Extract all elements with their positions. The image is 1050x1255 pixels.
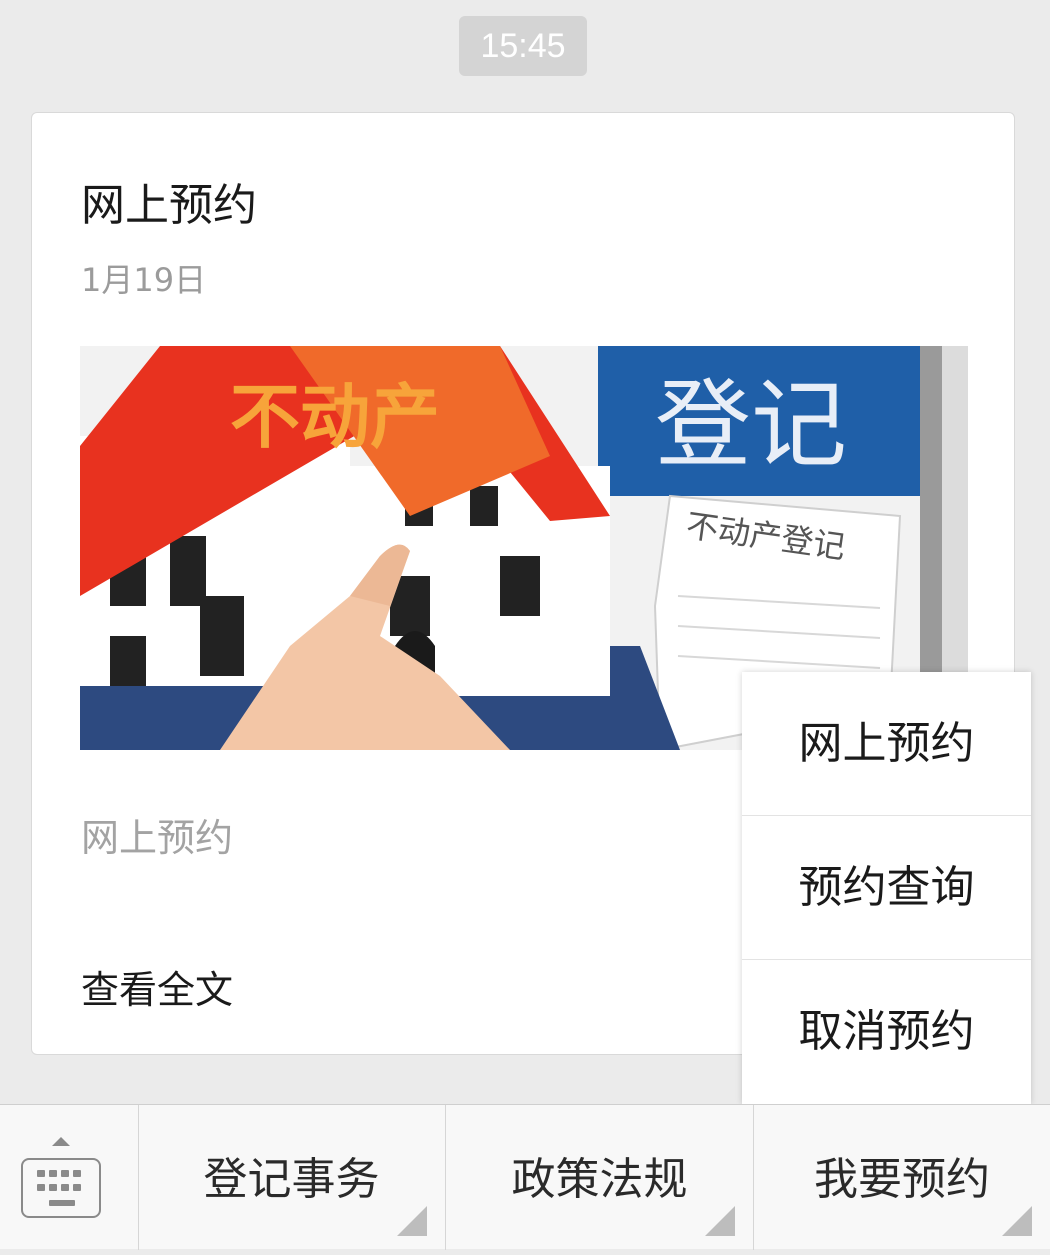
roof-text: 不动产 <box>230 376 440 458</box>
article-date: 1月19日 <box>81 261 207 299</box>
read-full-article-link[interactable]: 查看全文 <box>81 959 233 1014</box>
menu-button-policies-regulations[interactable]: 政策法规 <box>446 1105 754 1250</box>
timestamp-badge: 15:45 <box>459 16 587 76</box>
menu-button-label: 登记事务 <box>203 1154 380 1205</box>
sign-text: 登记 <box>655 369 847 481</box>
submenu-corner-icon <box>1002 1206 1032 1236</box>
article-title: 网上预约 <box>81 180 257 231</box>
submenu-corner-icon <box>397 1206 427 1236</box>
submenu-item-cancel-booking[interactable]: 取消预约 <box>742 960 1031 1104</box>
menu-button-label: 我要预约 <box>814 1154 990 1205</box>
expand-up-icon <box>52 1137 70 1146</box>
keyboard-icon <box>21 1158 101 1218</box>
submenu-corner-icon <box>705 1206 735 1236</box>
bottom-menu-bar: 登记事务 政策法规 我要预约 <box>0 1104 1050 1250</box>
menu-button-registration-affairs[interactable]: 登记事务 <box>138 1105 446 1250</box>
keyboard-toggle-button[interactable] <box>0 1105 139 1250</box>
submenu-item-online-booking[interactable]: 网上预约 <box>742 672 1031 816</box>
submenu-popup: 网上预约 预约查询 取消预约 <box>742 672 1031 1104</box>
menu-button-make-appointment[interactable]: 我要预约 <box>754 1105 1050 1250</box>
menu-button-label: 政策法规 <box>511 1154 688 1205</box>
article-summary: 网上预约 <box>81 816 234 860</box>
submenu-item-booking-query[interactable]: 预约查询 <box>742 816 1031 960</box>
